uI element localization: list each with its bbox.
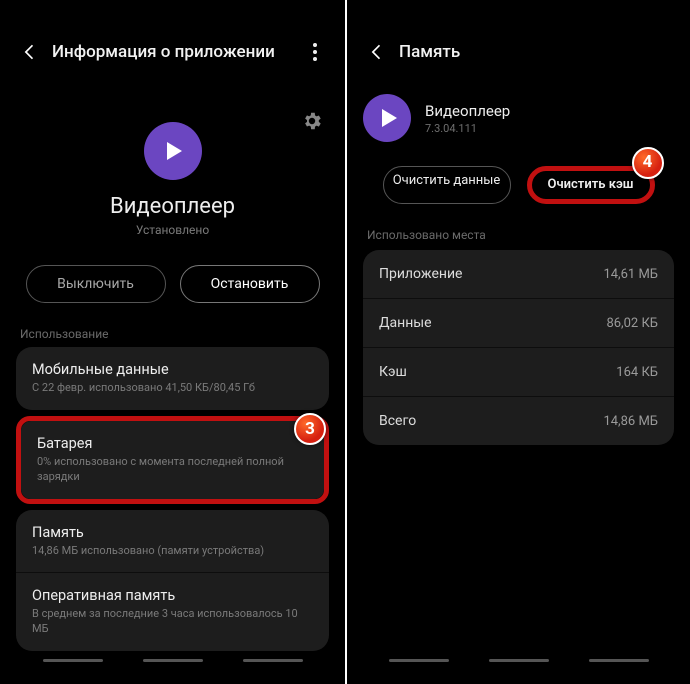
- header-left: Информация о приложении: [16, 30, 329, 74]
- annotation-badge-3: 3: [294, 413, 326, 445]
- app-name: Видеоплеер: [425, 102, 510, 120]
- app-row: Видеоплеер 7.3.04.111: [363, 94, 674, 142]
- storage-row-data[interactable]: Данные 86,02 КБ: [363, 299, 674, 348]
- nav-home[interactable]: [489, 659, 549, 662]
- play-icon: [382, 109, 397, 127]
- nav-back[interactable]: [243, 659, 303, 662]
- nav-back[interactable]: [589, 659, 649, 662]
- app-version: 7.3.04.111: [425, 122, 510, 135]
- section-usage-label: Использование: [20, 327, 329, 341]
- usage-list: Мобильные данные С 22 февр. использовано…: [16, 347, 329, 410]
- storage-row-app[interactable]: Приложение 14,61 МБ: [363, 250, 674, 299]
- annotation-badge-4: 4: [632, 147, 664, 179]
- list-item-storage[interactable]: Память 14,86 МБ использовано (памяти уст…: [16, 510, 329, 574]
- storage-row-cache[interactable]: Кэш 164 КБ: [363, 348, 674, 397]
- phone-left: Информация о приложении Видеоплеер Устан…: [0, 0, 345, 684]
- list-item-battery[interactable]: 3 Батарея 0% использовано с момента посл…: [16, 416, 329, 504]
- storage-list: Приложение 14,61 МБ Данные 86,02 КБ Кэш …: [363, 250, 674, 445]
- storage-row-total[interactable]: Всего 14,86 МБ: [363, 397, 674, 445]
- back-button[interactable]: [363, 42, 391, 62]
- list-item-ram[interactable]: Оперативная память В среднем за последни…: [16, 573, 329, 651]
- nav-bar: [363, 659, 674, 662]
- page-title: Информация о приложении: [44, 42, 301, 62]
- page-title: Память: [391, 42, 674, 62]
- clear-data-button[interactable]: Очистить данные: [383, 166, 511, 204]
- nav-home[interactable]: [143, 659, 203, 662]
- nav-bar: [16, 659, 329, 662]
- gear-icon[interactable]: [301, 110, 323, 136]
- more-button[interactable]: [301, 43, 329, 61]
- stop-button[interactable]: Остановить: [180, 265, 320, 303]
- app-icon: [144, 122, 202, 180]
- app-icon: [363, 94, 411, 142]
- nav-recent[interactable]: [43, 659, 103, 662]
- disable-button[interactable]: Выключить: [26, 265, 166, 303]
- phone-right: Память Видеоплеер 7.3.04.111 Очистить да…: [345, 0, 690, 684]
- section-storage-label: Использовано места: [367, 228, 674, 242]
- back-button[interactable]: [16, 42, 44, 62]
- play-icon: [167, 142, 182, 160]
- list-item-mobile-data[interactable]: Мобильные данные С 22 февр. использовано…: [16, 347, 329, 410]
- app-name: Видеоплеер: [110, 194, 235, 219]
- header-right: Память: [363, 30, 674, 74]
- clear-cache-button[interactable]: 4 Очистить кэш: [527, 166, 655, 204]
- app-status: Установлено: [136, 223, 209, 237]
- nav-recent[interactable]: [389, 659, 449, 662]
